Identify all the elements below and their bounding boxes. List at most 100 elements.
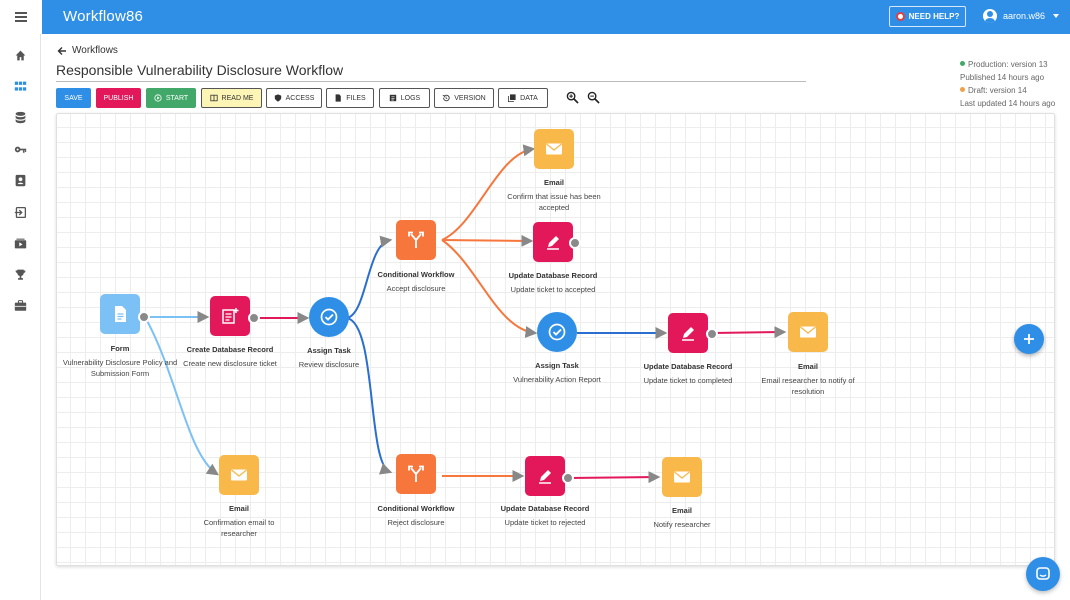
connector-update-notify [568,471,661,484]
envelope-icon [674,471,690,483]
envelope-icon [800,326,816,338]
app-title: Workflow86 [63,8,144,25]
database-icon[interactable] [13,110,27,124]
update-completed-output-port[interactable] [706,328,718,340]
connector-update-email [712,326,787,339]
save-button[interactable]: SAVE [56,88,91,108]
email-confirm-node[interactable] [534,129,574,169]
contact-icon[interactable] [13,173,27,187]
user-menu[interactable]: aaron.w86 [983,9,1060,23]
update-accepted-node[interactable] [533,222,573,262]
conditional-accept-subtitle: Accept disclosure [386,284,446,293]
email-notify-title: Email [671,506,693,515]
home-icon[interactable] [13,48,27,62]
user-name: aaron.w86 [1003,11,1046,21]
update-completed-title: Update Database Record [643,362,733,371]
email-resolution-subtitle: Email researcher to notify of resolution [761,376,855,396]
back-label: Workflows [72,45,118,56]
workflow-canvas[interactable]: Form Vulnerability Disclosure Policy and… [56,113,1055,566]
check-circle-icon [548,323,566,341]
edit-icon [547,236,559,250]
create-database-record-node[interactable] [210,296,250,336]
top-bar: Workflow86 NEED HELP? aaron.w86 [0,0,1070,34]
check-circle-icon [320,308,338,326]
start-label: START [165,94,189,102]
update-accepted-subtitle: Update ticket to accepted [510,285,596,294]
chevron-down-icon [1053,14,1060,18]
version-status: Production: version 13 Published 14 hour… [960,58,1055,110]
update-completed-node[interactable] [668,313,708,353]
conditional-accept-node[interactable] [396,220,436,260]
chat-support-button[interactable] [1026,557,1060,591]
add-node-button[interactable] [1014,324,1044,354]
key-icon[interactable] [13,142,27,156]
need-help-button[interactable]: NEED HELP? [889,6,966,27]
connector-form-email [144,316,219,476]
lifebuoy-icon [895,12,905,21]
create-database-output-port[interactable] [248,312,260,324]
access-button[interactable]: ACCESS [266,88,322,108]
assign-task-report-title: Assign Task [535,361,579,370]
conditional-reject-title: Conditional Workflow [377,504,455,513]
data-label: DATA [520,94,538,102]
connector-assign-accept [346,235,393,319]
conditional-reject-node[interactable] [396,454,436,494]
book-icon [209,94,218,102]
branch-icon [408,465,424,482]
zoom-in-icon[interactable] [566,91,579,104]
read-me-button[interactable]: READ ME [201,88,262,108]
save-label: SAVE [64,94,83,102]
email-researcher-subtitle: Confirmation email to researcher [203,518,275,538]
data-button[interactable]: DATA [498,88,548,108]
grid-icon[interactable] [13,79,27,93]
update-accepted-title: Update Database Record [508,271,598,280]
email-researcher-title: Email [228,504,250,513]
need-help-label: NEED HELP? [908,12,960,21]
publish-button[interactable]: PUBLISH [96,88,141,108]
email-resolution-title: Email [797,362,819,371]
create-database-subtitle: Create new disclosure ticket [183,359,277,368]
form-node-title: Form [110,344,130,353]
plus-icon [1024,334,1034,344]
files-button[interactable]: FILES [326,88,374,108]
logs-button[interactable]: LOGS [379,88,430,108]
email-notify-node[interactable] [662,457,702,497]
login-icon[interactable] [13,205,27,219]
update-completed-subtitle: Update ticket to completed [643,376,733,385]
production-label: Production: version 13 [968,60,1048,69]
shield-icon [274,94,281,102]
logs-icon [389,94,396,102]
publish-label: PUBLISH [103,94,134,102]
menu-icon[interactable] [0,0,42,34]
email-notify-subtitle: Notify researcher [653,520,711,529]
email-researcher-node[interactable] [219,455,259,495]
chat-icon [1036,567,1050,580]
update-rejected-output-port[interactable] [562,472,574,484]
draft-label: Draft: version 14 [968,86,1027,95]
email-confirm-title: Email [543,178,565,187]
envelope-icon [546,143,562,155]
back-to-workflows-link[interactable]: Workflows [57,45,118,56]
assign-task-subtitle: Review disclosure [298,360,360,369]
form-node[interactable] [100,294,140,334]
sidebar [0,34,41,600]
update-rejected-node[interactable] [525,456,565,496]
conditional-accept-title: Conditional Workflow [377,270,455,279]
form-node-subtitle: Vulnerability Disclosure Policy and Subm… [62,358,178,378]
video-library-icon[interactable] [13,236,27,250]
briefcase-icon[interactable] [13,298,27,312]
update-rejected-title: Update Database Record [500,504,590,513]
assign-task-node[interactable] [309,297,349,337]
production-status: Production: version 13 [960,58,1055,71]
trophy-icon[interactable] [13,267,27,281]
form-output-port[interactable] [138,311,150,323]
document-icon [115,306,126,322]
assign-task-report-node[interactable] [537,312,577,352]
version-button[interactable]: VERSION [434,88,494,108]
email-resolution-node[interactable] [788,312,828,352]
workflow-title-input[interactable]: Responsible Vulnerability Disclosure Wor… [56,62,806,82]
start-button[interactable]: START [146,88,196,108]
update-accepted-output-port[interactable] [569,237,581,249]
production-dot-icon [960,61,965,66]
zoom-out-icon[interactable] [587,91,600,104]
